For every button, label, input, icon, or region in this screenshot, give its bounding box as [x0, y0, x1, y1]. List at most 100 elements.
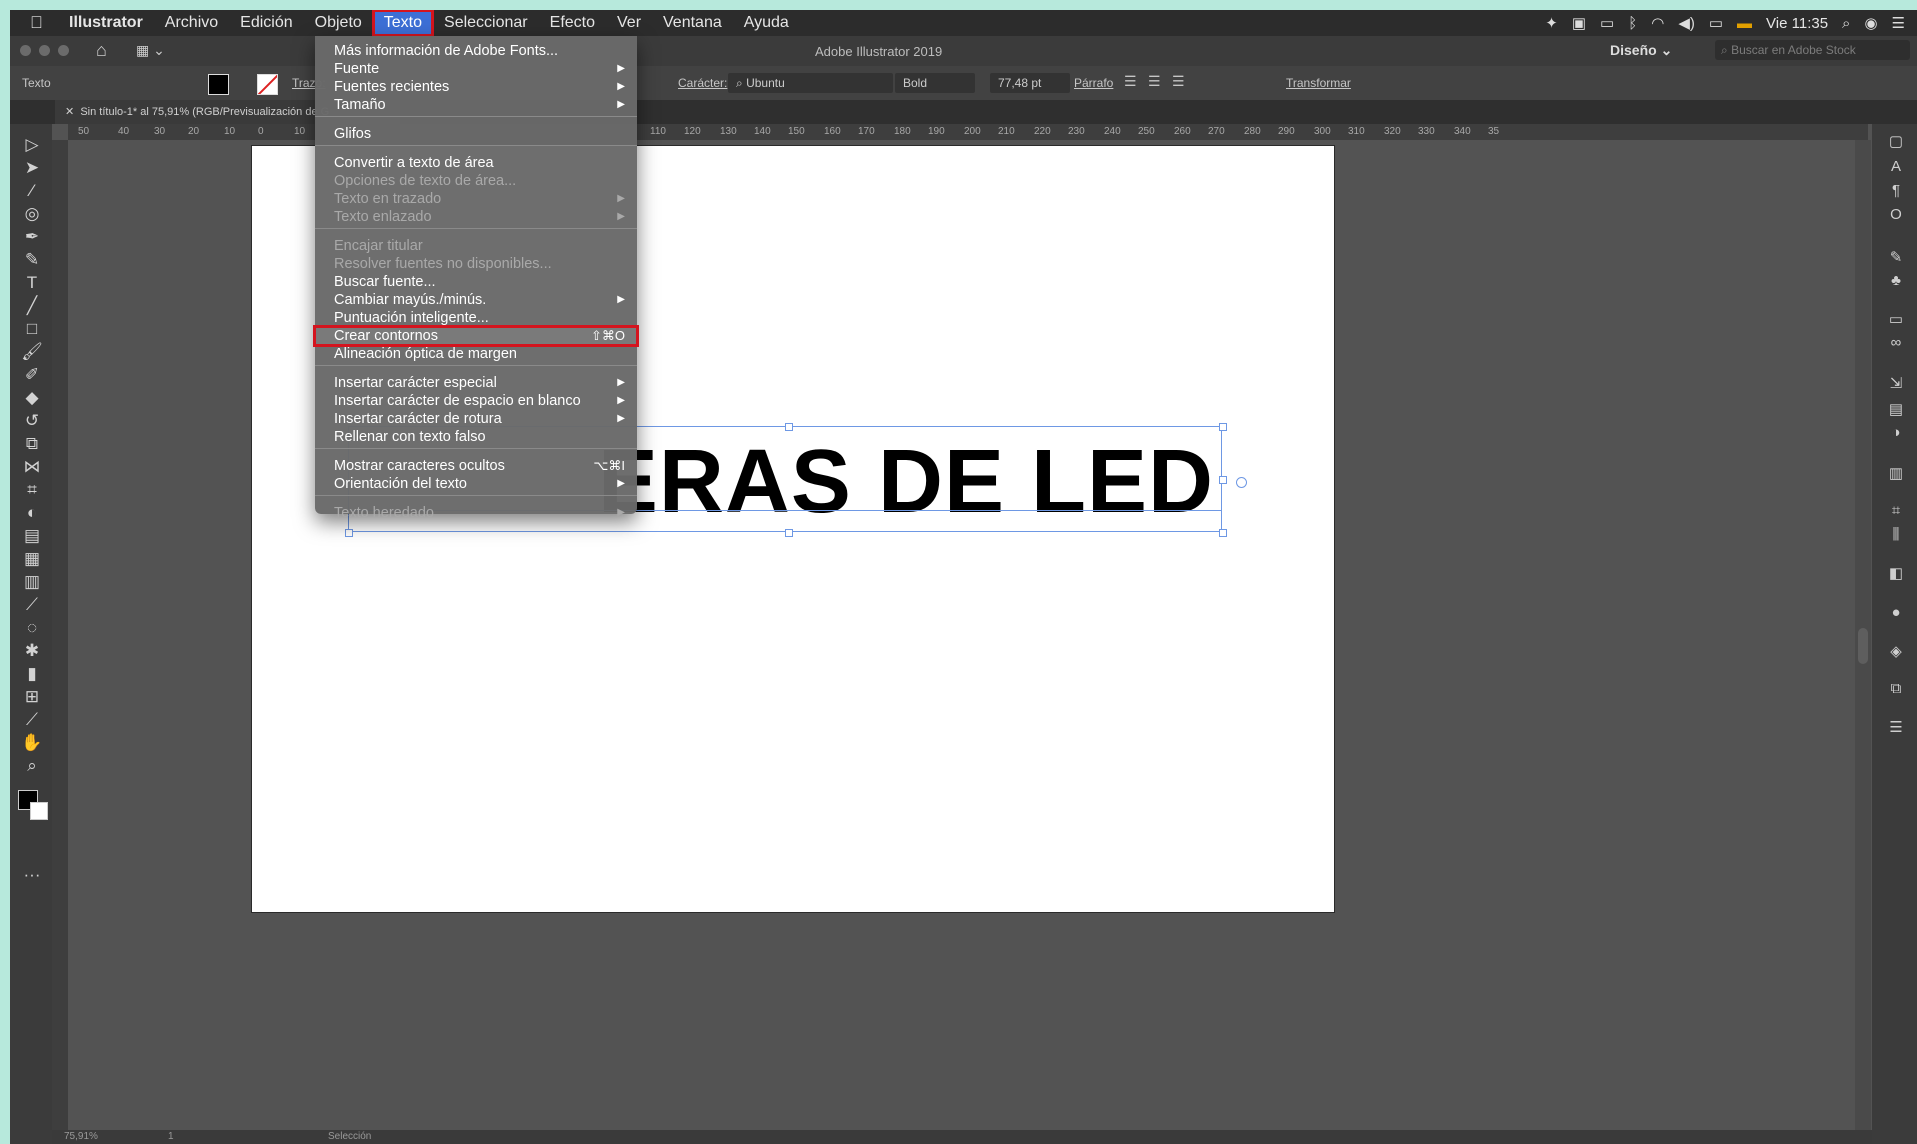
menu-item-convertir-a-texto-de-area[interactable]: Convertir a texto de área	[315, 154, 637, 172]
links-panel-icon[interactable]: ∞	[1886, 334, 1906, 351]
arrange-documents-icon[interactable]: ▦ ⌄	[136, 42, 165, 59]
menu-item-cambiar-mayus-minus[interactable]: Cambiar mayús./minús. ▶	[315, 291, 637, 309]
home-icon[interactable]: ⌂	[96, 40, 107, 61]
menu-item-resolver-fuentes-no-disponibles[interactable]: Resolver fuentes no disponibles...	[315, 255, 637, 273]
menu-efecto[interactable]: Efecto	[539, 10, 606, 36]
menu-texto[interactable]: Texto	[371, 10, 435, 37]
panel-menu-icon[interactable]: ☰	[1886, 718, 1906, 736]
menu-item-alineacion-optica-de-margen[interactable]: Alineación óptica de margen	[315, 345, 637, 363]
zoom-tool-icon[interactable]: ⌕	[21, 755, 43, 777]
direct-selection-tool-icon[interactable]: ➤	[21, 157, 43, 179]
apple-icon[interactable]: 	[30, 13, 58, 33]
paragraph-label[interactable]: Párrafo	[1074, 76, 1113, 90]
align-left-icon[interactable]: ☰	[1124, 73, 1137, 90]
artboard-number[interactable]: 1	[168, 1131, 174, 1142]
paragraph-panel-icon[interactable]: ¶	[1886, 182, 1906, 199]
menu-item-opciones-de-texto-de-area[interactable]: Opciones de texto de área...	[315, 172, 637, 190]
toolbar-stroke-swatch[interactable]	[30, 802, 48, 820]
line-tool-icon[interactable]: ╱	[21, 295, 43, 317]
align-center-icon[interactable]: ☰	[1148, 73, 1161, 90]
menu-item-crear-contornos[interactable]: Crear contornos ⇧⌘O	[313, 325, 639, 347]
bbox-handle-bottom-center[interactable]	[785, 529, 793, 537]
artboard-tool-icon[interactable]: ⊞	[21, 686, 43, 708]
font-family-field[interactable]: ⌕ Ubuntu	[728, 73, 893, 93]
rectangle-tool-icon[interactable]: □	[21, 318, 43, 340]
magic-wand-tool-icon[interactable]: ⁄	[21, 180, 43, 202]
close-window-button[interactable]	[20, 45, 31, 56]
menu-objeto[interactable]: Objeto	[304, 10, 373, 36]
free-transform-tool-icon[interactable]: ⌗	[21, 479, 43, 501]
slice-tool-icon[interactable]: ⟋	[21, 709, 43, 731]
bbox-handle-top-right[interactable]	[1219, 423, 1227, 431]
character-panel-icon[interactable]: A	[1886, 158, 1906, 175]
character-label[interactable]: Carácter:	[678, 76, 727, 90]
menu-item-fuentes-recientes[interactable]: Fuentes recientes ▶	[315, 78, 637, 96]
menu-item-insertar-caracter-especial[interactable]: Insertar carácter especial ▶	[315, 374, 637, 392]
blend-tool-icon[interactable]: ◌	[21, 617, 43, 639]
color-panel-icon[interactable]: ▥	[1886, 464, 1906, 482]
menu-item-texto-heredado[interactable]: Texto heredado ▶	[315, 504, 637, 522]
creative-cloud-icon[interactable]: ✦	[1545, 14, 1558, 32]
column-graph-tool-icon[interactable]: ▮	[21, 663, 43, 685]
menu-item-encajar-titular[interactable]: Encajar titular	[315, 237, 637, 255]
airplay-icon[interactable]: ▭	[1600, 14, 1614, 32]
bluetooth-icon[interactable]: ᛒ	[1628, 15, 1637, 32]
bbox-handle-bottom-right[interactable]	[1219, 529, 1227, 537]
menu-item-texto-enlazado[interactable]: Texto enlazado ▶	[315, 208, 637, 226]
stroke-swatch[interactable]	[257, 74, 278, 95]
font-style-field[interactable]: Bold	[895, 73, 975, 93]
menu-app-name[interactable]: Illustrator	[58, 10, 154, 36]
gradient-tool-icon[interactable]: ▥	[21, 571, 43, 593]
menu-item-orientacion-del-texto[interactable]: Orientación del texto ▶	[315, 475, 637, 493]
text-out-port[interactable]	[1236, 477, 1247, 488]
bbox-handle-bottom-left[interactable]	[345, 529, 353, 537]
menu-item-mas-informacion-de-adobe-fonts[interactable]: Más información de Adobe Fonts...	[315, 42, 637, 60]
eraser-tool-icon[interactable]: ◆	[21, 387, 43, 409]
shape-builder-tool-icon[interactable]: ◐	[21, 502, 43, 524]
mesh-tool-icon[interactable]: ▦	[21, 548, 43, 570]
opentype-panel-icon[interactable]: O	[1886, 206, 1906, 223]
layers-panel-icon[interactable]: ◈	[1886, 642, 1906, 660]
export-panel-icon[interactable]: ⧉	[1886, 680, 1906, 697]
asset-export-panel-icon[interactable]: ⇲	[1886, 374, 1906, 392]
type-tool-icon[interactable]: T	[21, 272, 43, 294]
menu-edicion[interactable]: Edición	[229, 10, 303, 36]
volume-icon[interactable]: ◀)	[1678, 14, 1695, 32]
bbox-handle-top-center[interactable]	[785, 423, 793, 431]
transform-label[interactable]: Transformar	[1286, 76, 1351, 90]
lasso-tool-icon[interactable]: ◎	[21, 203, 43, 225]
scale-tool-icon[interactable]: ⧉	[21, 433, 43, 455]
symbol-sprayer-tool-icon[interactable]: ✱	[21, 640, 43, 662]
zoom-window-button[interactable]	[58, 45, 69, 56]
properties-panel-icon[interactable]: ▢	[1886, 132, 1906, 150]
menu-item-buscar-fuente[interactable]: Buscar fuente...	[315, 273, 637, 291]
close-tab-icon[interactable]: ✕	[65, 106, 74, 118]
rotate-tool-icon[interactable]: ↺	[21, 410, 43, 432]
spotlight-search-icon[interactable]: ⌕	[1842, 15, 1850, 32]
selection-tool-icon[interactable]: ▷	[21, 134, 43, 156]
eyedropper-tool-icon[interactable]: ⟋	[21, 594, 43, 616]
menu-item-mostrar-caracteres-ocultos[interactable]: Mostrar caracteres ocultos ⌥⌘I	[315, 457, 637, 475]
brushes-panel-icon[interactable]: ✎	[1886, 248, 1906, 266]
pathfinder-panel-icon[interactable]: ◧	[1886, 564, 1906, 582]
menu-item-texto-en-trazado[interactable]: Texto en trazado ▶	[315, 190, 637, 208]
curvature-tool-icon[interactable]: ✎	[21, 249, 43, 271]
menu-seleccionar[interactable]: Seleccionar	[433, 10, 539, 36]
symbols-panel-icon[interactable]: ♣	[1886, 272, 1906, 289]
menu-ver[interactable]: Ver	[606, 10, 652, 36]
vertical-scrollbar[interactable]	[1855, 140, 1871, 1130]
shaper-tool-icon[interactable]: ✐	[21, 364, 43, 386]
stock-search-input[interactable]: ⌕ Buscar en Adobe Stock	[1715, 40, 1910, 60]
transform-panel-icon[interactable]: ⌗	[1886, 502, 1906, 519]
menu-item-rellenar-con-texto-falso[interactable]: Rellenar con texto falso	[315, 428, 637, 446]
font-size-field[interactable]: 77,48 pt	[990, 73, 1070, 93]
fill-swatch[interactable]	[208, 74, 229, 95]
screenshot-icon[interactable]: ▣	[1572, 14, 1586, 32]
battery-icon[interactable]: ▭	[1709, 14, 1723, 32]
more-tools-icon[interactable]: ···	[21, 864, 43, 886]
menu-item-glifos[interactable]: Glifos	[315, 125, 637, 143]
width-tool-icon[interactable]: ⋈	[21, 456, 43, 478]
pen-tool-icon[interactable]: ✒	[21, 226, 43, 248]
perspective-grid-tool-icon[interactable]: ▤	[21, 525, 43, 547]
menu-item-puntuacion-inteligente[interactable]: Puntuación inteligente...	[315, 309, 637, 327]
